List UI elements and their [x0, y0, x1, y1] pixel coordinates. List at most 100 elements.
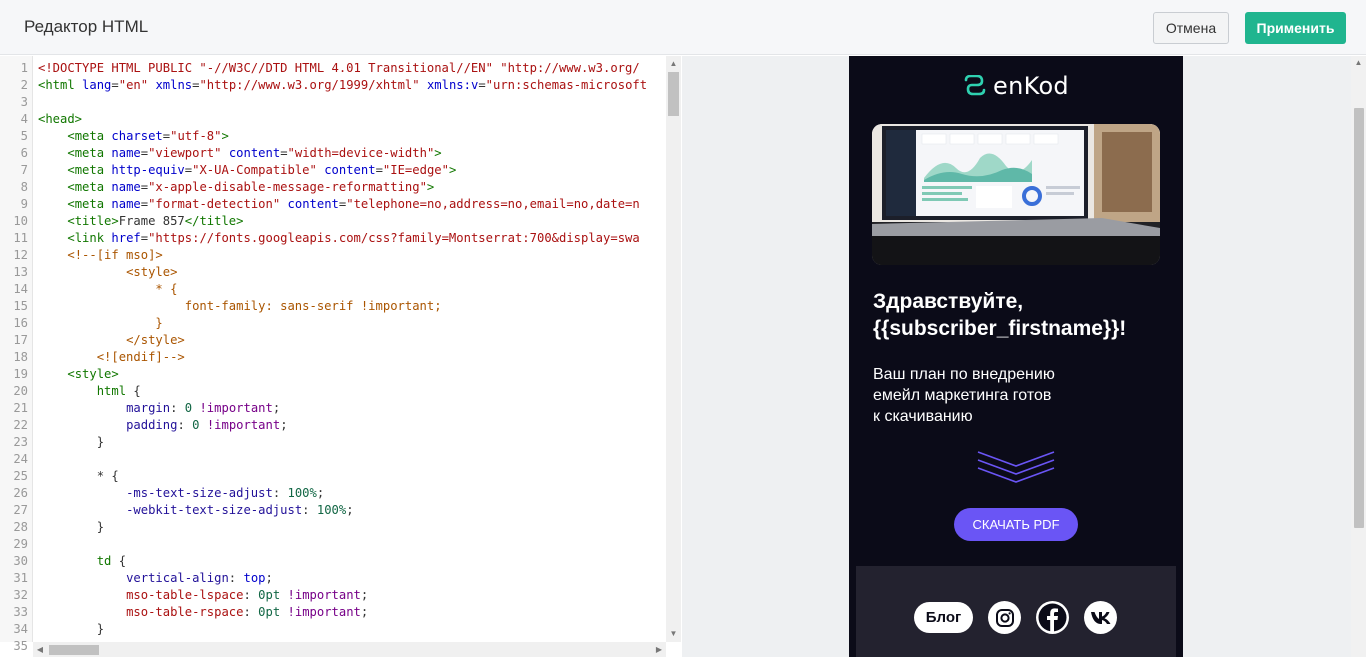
code-token: !important — [199, 401, 273, 415]
code-token: content — [228, 146, 281, 160]
line-number: 11 — [13, 231, 28, 245]
code-line[interactable]: td { — [38, 553, 126, 570]
line-number: 2 — [20, 78, 28, 92]
scrollbar-thumb[interactable] — [1354, 108, 1364, 528]
editor-horizontal-scrollbar[interactable]: ◀ ▶ — [33, 642, 666, 657]
code-line[interactable]: <head> — [38, 111, 82, 128]
code-line[interactable]: <meta http-equiv="X-UA-Compatible" conte… — [38, 162, 456, 179]
scroll-up-arrow-icon[interactable]: ▲ — [666, 57, 681, 71]
code-token: : — [243, 588, 259, 602]
code-area[interactable]: <!DOCTYPE HTML PUBLIC "-//W3C//DTD HTML … — [38, 56, 666, 642]
code-token: 0pt — [258, 588, 281, 602]
code-token: html — [96, 384, 127, 398]
page-title: Редактор HTML — [24, 17, 149, 36]
code-token: http-equiv — [111, 163, 185, 177]
code-line[interactable]: font-family: sans-serif !important; — [38, 298, 442, 315]
blog-button[interactable]: Блог — [914, 602, 973, 633]
code-line[interactable]: html { — [38, 383, 141, 400]
code-line[interactable]: mso-table-rspace: 0pt !important; — [38, 604, 368, 621]
scroll-left-arrow-icon[interactable]: ◀ — [33, 642, 47, 657]
code-line[interactable]: } — [38, 621, 104, 638]
cancel-button[interactable]: Отмена — [1153, 12, 1229, 44]
code-line[interactable]: } — [38, 519, 104, 536]
code-token: ; — [346, 503, 354, 517]
facebook-icon[interactable] — [1036, 601, 1069, 634]
code-token: } — [38, 622, 105, 636]
line-number: 34 — [13, 622, 28, 636]
code-line[interactable]: * { — [38, 281, 177, 298]
code-token: * { — [38, 469, 119, 483]
code-line[interactable]: <meta name="x-apple-disable-message-refo… — [38, 179, 434, 196]
email-footer: Блог — [856, 566, 1176, 657]
code-line[interactable]: } — [38, 315, 163, 332]
code-line[interactable]: } — [38, 434, 104, 451]
code-line[interactable]: -ms-text-size-adjust: 100%; — [38, 485, 324, 502]
code-line[interactable]: margin: 0 !important; — [38, 400, 280, 417]
code-token: name — [111, 146, 141, 160]
code-line[interactable]: <meta name="viewport" content="width=dev… — [38, 145, 441, 162]
code-token: "telephone=no,address=no,email=no,date=n — [346, 197, 640, 211]
code-token: = — [140, 231, 149, 245]
code-token: </style> — [126, 333, 185, 347]
code-line[interactable]: <style> — [38, 264, 177, 281]
apply-button[interactable]: Применить — [1245, 12, 1346, 44]
code-token: <!DOCTYPE HTML PUBLIC "-//W3C//DTD HTML … — [38, 61, 640, 75]
vk-icon[interactable] — [1084, 601, 1117, 634]
line-number: 28 — [13, 520, 28, 534]
code-line[interactable]: * { — [38, 468, 119, 485]
code-token: charset — [111, 129, 163, 143]
code-token: ; — [265, 571, 273, 585]
line-number: 29 — [13, 537, 28, 551]
code-editor[interactable]: 1 2 3 4 5 6 7 8 9 10 11 12 13 14 15 16 17 18 19 20 21 22 23 24 2… — [0, 56, 682, 657]
code-line[interactable]: vertical-align: top; — [38, 570, 273, 587]
code-line[interactable]: <html lang="en" xmlns="http://www.w3.org… — [38, 77, 647, 94]
line-number: 30 — [13, 554, 28, 568]
code-token: "http://www.w3.org/1999/xhtml" — [199, 78, 420, 92]
line-number: 18 — [13, 350, 28, 364]
line-number: 35 — [13, 639, 28, 653]
code-token: padding — [126, 418, 178, 432]
code-line[interactable]: padding: 0 !important; — [38, 417, 287, 434]
code-line[interactable]: <meta charset="utf-8"> — [38, 128, 228, 145]
code-line[interactable]: <meta name="format-detection" content="t… — [38, 196, 640, 213]
code-token: content — [324, 163, 376, 177]
scroll-up-arrow-icon[interactable]: ▲ — [1351, 58, 1366, 67]
code-line[interactable]: <!--[if mso]> — [38, 247, 162, 264]
code-token: } — [155, 316, 163, 330]
code-token: lang — [82, 78, 112, 92]
subtitle-line: к скачиванию — [873, 408, 973, 425]
code-line[interactable]: </style> — [38, 332, 185, 349]
code-line[interactable]: <!DOCTYPE HTML PUBLIC "-//W3C//DTD HTML … — [38, 60, 640, 77]
code-token: : — [243, 605, 259, 619]
code-token: <meta — [67, 146, 105, 160]
scroll-right-arrow-icon[interactable]: ▶ — [652, 642, 666, 657]
instagram-icon[interactable] — [988, 601, 1021, 634]
code-token: !important — [287, 588, 361, 602]
line-number: 5 — [20, 129, 28, 143]
preview-vertical-scrollbar[interactable]: ▲ — [1351, 56, 1366, 657]
code-token: = — [140, 146, 149, 160]
code-line[interactable]: <link href="https://fonts.googleapis.com… — [38, 230, 640, 247]
download-pdf-button[interactable]: СКАЧАТЬ PDF — [954, 508, 1078, 541]
scroll-down-arrow-icon[interactable]: ▼ — [666, 627, 681, 641]
code-token: <meta — [67, 129, 105, 143]
code-line[interactable]: <![endif]--> — [38, 349, 185, 366]
code-line[interactable]: <title>Frame 857</title> — [38, 213, 243, 230]
brand-logo: enKod — [849, 70, 1183, 102]
scrollbar-thumb[interactable] — [668, 72, 679, 116]
code-line[interactable]: <style> — [38, 366, 118, 383]
scrollbar-thumb[interactable] — [49, 645, 99, 655]
editor-vertical-scrollbar[interactable]: ▲ ▼ — [666, 56, 681, 642]
code-line[interactable]: -webkit-text-size-adjust: 100%; — [38, 502, 354, 519]
code-line[interactable]: mso-table-lspace: 0pt !important; — [38, 587, 368, 604]
code-token: "https://fonts.googleapis.com/css?family… — [148, 231, 640, 245]
code-token: = — [184, 163, 193, 177]
